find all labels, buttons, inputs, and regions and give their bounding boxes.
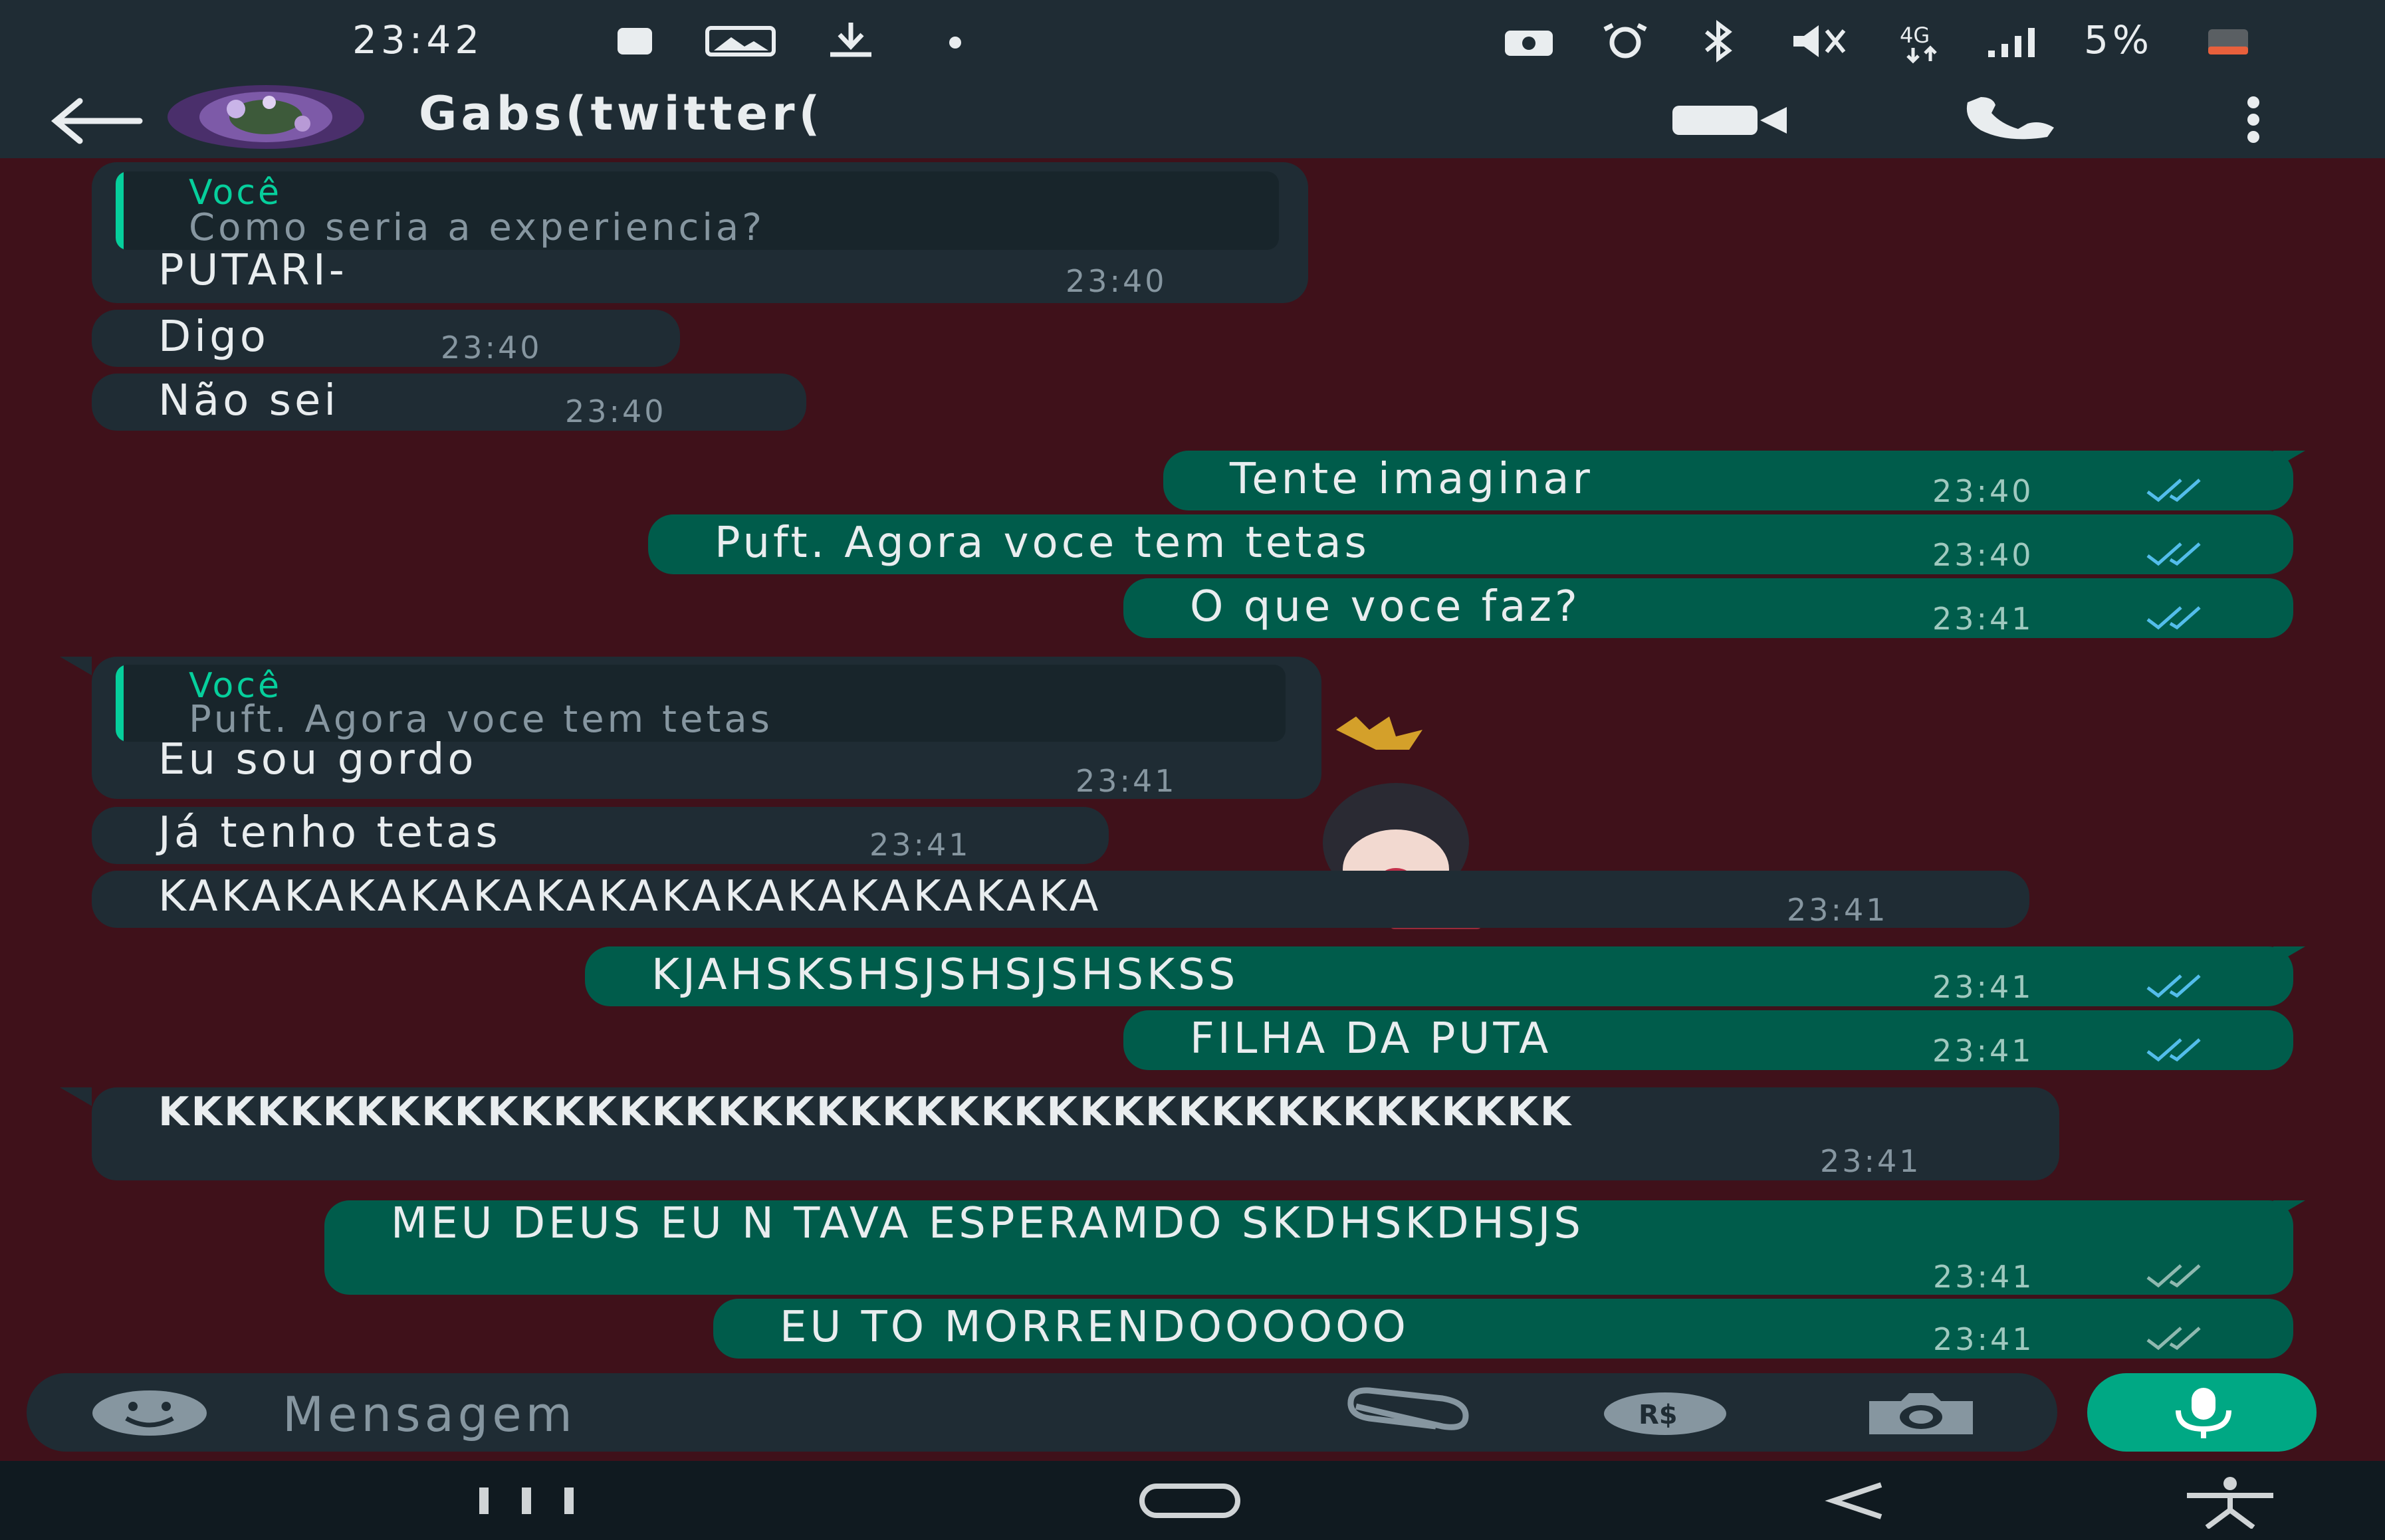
- message-bubble-incoming[interactable]: Já tenho tetas 23:41: [92, 807, 1109, 864]
- network-4g-icon: 4G: [1900, 23, 1937, 64]
- message-time: 23:41: [1933, 1321, 2035, 1357]
- message-text: EU TO MORRENDOOOOOO: [780, 1303, 1409, 1352]
- message-text: KKKKKKKKKKKKKKKKKKKKKKKKKKKKKKKKKKKKKKKK…: [158, 1089, 1573, 1135]
- status-time: 23:42: [352, 17, 484, 62]
- accessibility-icon[interactable]: [2180, 1476, 2280, 1529]
- message-text: Digo: [158, 312, 269, 362]
- message-text: FILHA DA PUTA: [1190, 1014, 1552, 1063]
- message-placeholder[interactable]: Mensagem: [283, 1386, 576, 1442]
- video-call-icon[interactable]: [1668, 96, 1795, 143]
- message-bubble-incoming[interactable]: Digo 23:40: [92, 310, 680, 367]
- camera-icon[interactable]: [1861, 1389, 1981, 1438]
- message-time: 23:40: [1066, 263, 1167, 299]
- message-bubble-outgoing[interactable]: O que voce faz? 23:41: [1123, 578, 2293, 638]
- contact-avatar[interactable]: [163, 82, 369, 152]
- quoted-message[interactable]: Você Como seria a experiencia?: [116, 171, 1279, 250]
- message-bubble-incoming[interactable]: Você Como seria a experiencia? PUTARI- 2…: [92, 162, 1308, 303]
- message-text: KAKAKAKAKAKAKAKAKAKAKAKAKAKAKA: [158, 872, 1102, 921]
- mute-icon: [1793, 25, 1846, 57]
- bubble-tail: [2273, 946, 2305, 965]
- message-time: 23:41: [869, 827, 971, 863]
- message-text: Puft. Agora voce tem tetas: [715, 518, 1370, 568]
- message-time: 23:40: [1932, 473, 2034, 509]
- notification-icon: [618, 28, 652, 55]
- quote-accent-bar: [116, 665, 124, 742]
- battery-percent: 5%: [2084, 17, 2154, 62]
- message-text: PUTARI-: [158, 246, 348, 295]
- message-input-bar[interactable]: Mensagem R$: [27, 1373, 2057, 1452]
- message-bubble-incoming[interactable]: KKKKKKKKKKKKKKKKKKKKKKKKKKKKKKKKKKKKKKKK…: [60, 1087, 2059, 1180]
- message-bubble-incoming[interactable]: Você Puft. Agora voce tem tetas Eu sou g…: [60, 657, 1321, 799]
- message-bubble-outgoing[interactable]: EU TO MORRENDOOOOOO 23:41: [713, 1299, 2293, 1359]
- message-text: Eu sou gordo: [158, 735, 477, 784]
- message-time: 23:40: [441, 330, 542, 366]
- dot-icon: [949, 37, 961, 49]
- svg-text:R$: R$: [1639, 1400, 1678, 1430]
- read-ticks-icon: [2146, 974, 2201, 998]
- quoted-message[interactable]: Você Puft. Agora voce tem tetas: [116, 665, 1286, 742]
- quote-text: Como seria a experiencia?: [189, 206, 765, 249]
- voice-call-icon[interactable]: [1954, 93, 2067, 146]
- read-ticks-icon: [2146, 1038, 2201, 1062]
- message-bubble-incoming[interactable]: KAKAKAKAKAKAKAKAKAKAKAKAKAKAKA 23:41: [92, 871, 2029, 928]
- message-text: Já tenho tetas: [158, 808, 501, 857]
- read-ticks-icon: [2146, 542, 2201, 566]
- recent-apps-icon[interactable]: [475, 1482, 582, 1518]
- system-navigation-bar: [0, 1461, 2385, 1540]
- message-bubble-outgoing[interactable]: Tente imaginar 23:40: [1163, 451, 2305, 510]
- back-nav-icon[interactable]: [1821, 1480, 1894, 1522]
- bubble-tail: [2273, 1200, 2305, 1219]
- mic-button[interactable]: [2087, 1373, 2317, 1452]
- back-arrow-icon[interactable]: [47, 94, 146, 148]
- message-time: 23:41: [1932, 969, 2034, 1005]
- read-ticks-icon: [2146, 479, 2201, 502]
- message-text: O que voce faz?: [1190, 582, 1581, 631]
- signal-icon: [1988, 28, 2035, 57]
- emoji-icon[interactable]: [90, 1388, 209, 1438]
- network-label: 4G: [1900, 23, 1930, 48]
- message-time: 23:41: [1820, 1143, 1922, 1179]
- quote-accent-bar: [116, 171, 124, 250]
- message-text: Tente imaginar: [1230, 455, 1593, 504]
- contact-name[interactable]: Gabs(twitter(: [419, 86, 824, 141]
- battery-icon: [2208, 29, 2248, 55]
- bubble-tail: [2273, 451, 2305, 469]
- message-time: 23:41: [1076, 763, 1177, 799]
- message-time: 23:40: [565, 393, 667, 429]
- more-options-icon[interactable]: [2240, 93, 2267, 146]
- message-bubble-outgoing[interactable]: Puft. Agora voce tem tetas 23:40: [648, 514, 2293, 574]
- message-text: MEU DEUS EU N TAVA ESPERAMDO SKDHSKDHSJS: [391, 1199, 1584, 1248]
- payment-icon[interactable]: R$: [1602, 1390, 1728, 1437]
- bubble-tail: [60, 1087, 92, 1106]
- message-text: KJAHSKSHSJSHSJSHSKSS: [651, 950, 1239, 1000]
- message-time: 23:41: [1932, 1033, 2034, 1069]
- gallery-notification-icon: [705, 26, 776, 56]
- home-icon[interactable]: [1137, 1481, 1243, 1521]
- message-bubble-incoming[interactable]: Não sei 23:40: [92, 374, 806, 431]
- message-time: 23:40: [1932, 537, 2034, 573]
- chat-header: Gabs(twitter(: [0, 80, 2385, 158]
- message-time: 23:41: [1787, 892, 1888, 928]
- message-text: Não sei: [158, 376, 340, 425]
- mic-icon: [2176, 1388, 2231, 1438]
- message-bubble-outgoing[interactable]: KJAHSKSHSJSHSJSHSKSS 23:41: [585, 946, 2305, 1006]
- read-ticks-icon: [2146, 606, 2201, 630]
- alarm-icon: [1603, 23, 1647, 58]
- download-icon: [830, 23, 871, 57]
- message-bubble-outgoing[interactable]: MEU DEUS EU N TAVA ESPERAMDO SKDHSKDHSJS…: [324, 1199, 2305, 1295]
- status-bar: 23:42 4G 5%: [0, 0, 2385, 80]
- delivered-ticks-icon: [2146, 1327, 2201, 1351]
- delivered-ticks-icon: [2146, 1264, 2201, 1288]
- bluetooth-icon: [1705, 20, 1732, 62]
- bubble-tail: [60, 657, 92, 675]
- message-time: 23:41: [1933, 1259, 2035, 1295]
- message-time: 23:41: [1932, 601, 2034, 637]
- camera-status-icon: [1505, 31, 1553, 56]
- message-bubble-outgoing[interactable]: FILHA DA PUTA 23:41: [1123, 1010, 2293, 1070]
- attach-icon[interactable]: [1343, 1386, 1476, 1440]
